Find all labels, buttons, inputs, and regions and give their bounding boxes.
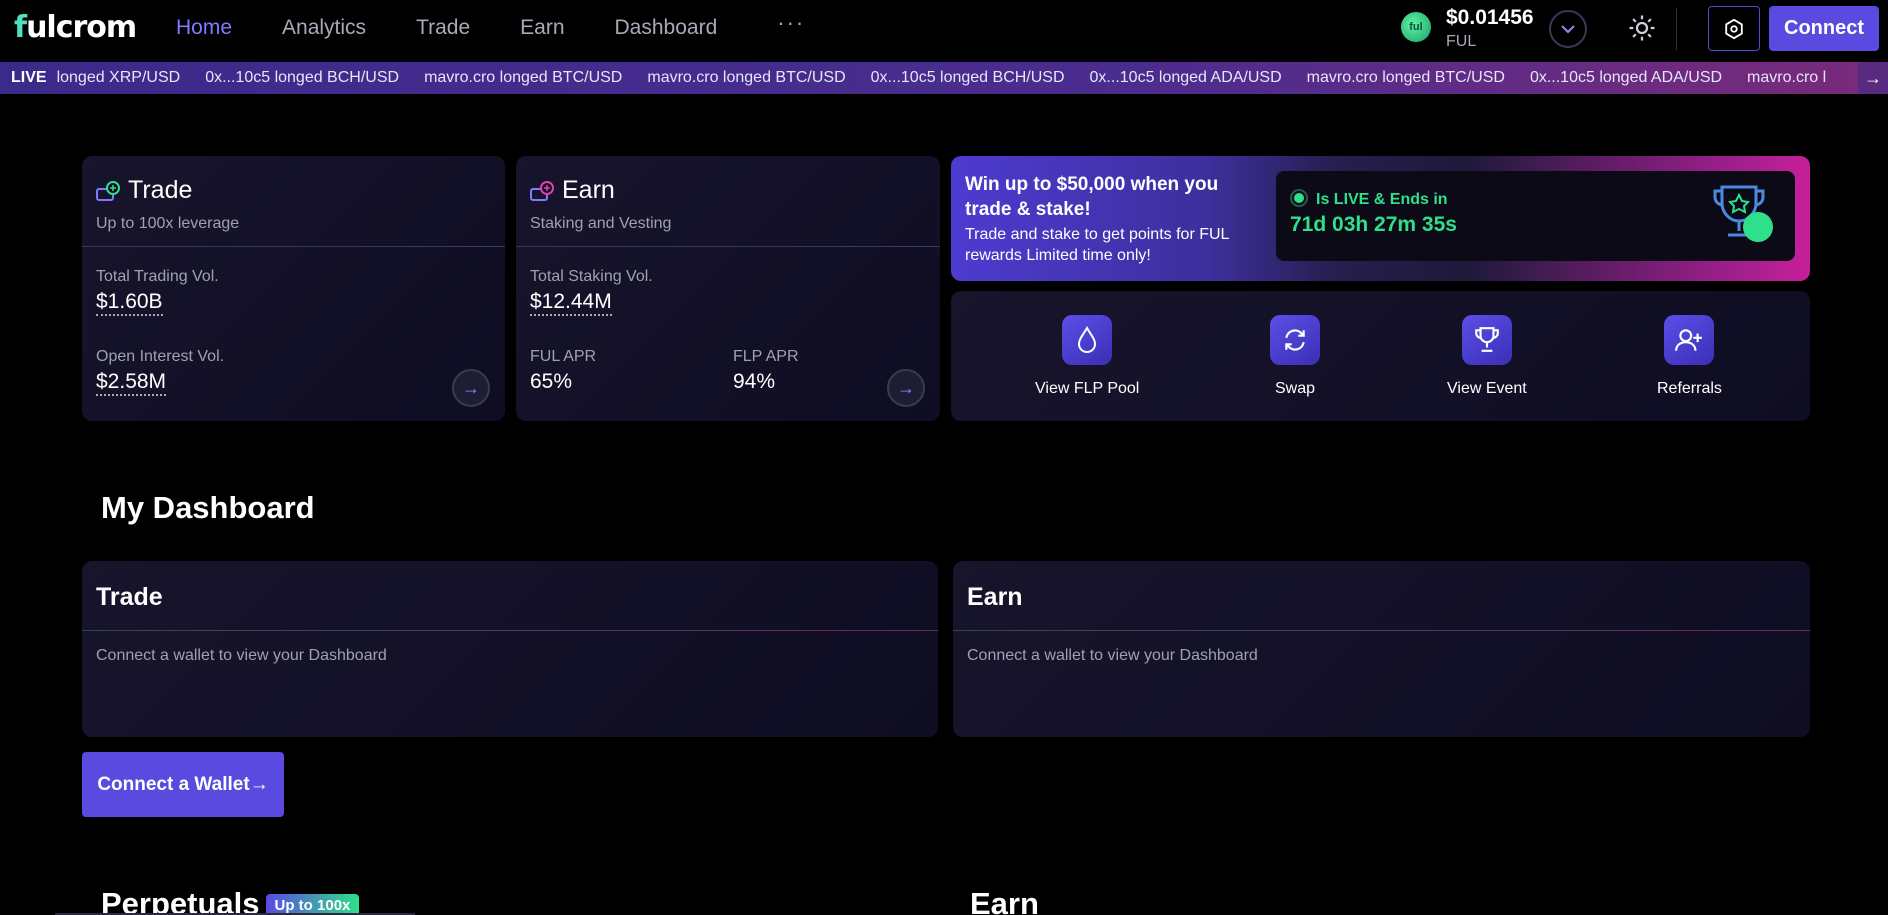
view-event-button[interactable]: View Event bbox=[1447, 315, 1527, 398]
ticker-live-label: LIVE bbox=[11, 69, 47, 86]
dashboard-earn-card: Earn Connect a wallet to view your Dashb… bbox=[953, 561, 1810, 737]
trade-icon bbox=[96, 180, 120, 201]
live-dot-icon bbox=[1290, 189, 1308, 207]
ticker-item: 0x...10c5 longed ADA/USD bbox=[1089, 69, 1282, 86]
flp-apr-label: FLP APR bbox=[733, 348, 799, 365]
top-header: fulcrom Home Analytics Trade Earn Dashbo… bbox=[0, 0, 1888, 62]
ticker-item: mavro.cro longed BTC/USD bbox=[1306, 69, 1505, 86]
swap-button[interactable]: Swap bbox=[1270, 315, 1320, 398]
gear-icon[interactable] bbox=[1627, 13, 1657, 43]
connect-wallet-button[interactable]: Connect a Wallet → bbox=[82, 752, 284, 817]
token-price: $0.01456 bbox=[1446, 6, 1534, 29]
total-staking-label: Total Staking Vol. bbox=[530, 268, 653, 285]
live-ticker: LIVE longed XRP/USD 0x...10c5 longed BCH… bbox=[0, 62, 1888, 94]
earn-card-subtitle: Staking and Vesting bbox=[530, 215, 672, 232]
more-icon[interactable]: ··· bbox=[777, 10, 805, 36]
perpetuals-title-text: Perpetuals bbox=[101, 886, 260, 915]
ticker-item: mavro.cro l bbox=[1747, 69, 1827, 86]
total-staking-value[interactable]: $12.44M bbox=[530, 290, 612, 316]
view-event-label: View Event bbox=[1447, 380, 1527, 397]
ful-apr-label: FUL APR bbox=[530, 348, 597, 365]
referrals-button[interactable]: Referrals bbox=[1657, 315, 1722, 398]
trophy-icon bbox=[1712, 183, 1776, 245]
ticker-item: longed XRP/USD bbox=[56, 69, 181, 86]
trade-card-subtitle: Up to 100x leverage bbox=[96, 215, 240, 232]
card-divider bbox=[82, 630, 938, 631]
chevron-down-icon[interactable] bbox=[1549, 10, 1587, 48]
dashboard-earn-message: Connect a wallet to view your Dashboard bbox=[967, 647, 1258, 664]
nav-dashboard[interactable]: Dashboard bbox=[615, 16, 718, 40]
quick-actions: View FLP Pool Swap View Event Referrals bbox=[951, 291, 1810, 421]
promo-title: Win up to $50,000 when you trade & stake… bbox=[965, 174, 1219, 220]
ful-apr-value: 65% bbox=[530, 370, 573, 393]
settings-button[interactable] bbox=[1708, 6, 1760, 51]
ticker-item: mavro.cro longed BTC/USD bbox=[424, 69, 623, 86]
ticker-item: mavro.cro longed BTC/USD bbox=[647, 69, 846, 86]
trophy-icon bbox=[1461, 315, 1512, 365]
dashboard-title: My Dashboard bbox=[101, 490, 315, 525]
main-nav: Home Analytics Trade Earn Dashboard ··· bbox=[176, 0, 805, 56]
add-user-icon bbox=[1664, 315, 1715, 365]
earn-card-title-text: Earn bbox=[562, 176, 615, 204]
ticker-item: 0x...10c5 longed BCH/USD bbox=[205, 69, 400, 86]
hexagon-settings-icon bbox=[1725, 18, 1743, 39]
earn-card-title: Earn bbox=[530, 176, 615, 205]
earn-summary-card: Earn Staking and Vesting Total Staking V… bbox=[516, 156, 940, 421]
drop-icon bbox=[1062, 315, 1113, 365]
ticker-arrow-icon[interactable]: → bbox=[1858, 62, 1888, 94]
dashboard-trade-message: Connect a wallet to view your Dashboard bbox=[96, 647, 387, 664]
ticker-item: 0x...10c5 longed ADA/USD bbox=[1529, 69, 1723, 86]
promo-text: Trade and stake to get points for FUL re… bbox=[965, 226, 1229, 264]
connect-wallet-label: Connect a Wallet bbox=[97, 773, 250, 795]
countdown-timer: 71d 03h 27m 35s bbox=[1290, 213, 1457, 236]
arrow-right-icon[interactable]: → bbox=[452, 369, 490, 407]
total-trading-value[interactable]: $1.60B bbox=[96, 290, 163, 316]
header-divider bbox=[1676, 8, 1677, 50]
referrals-label: Referrals bbox=[1657, 380, 1722, 397]
ful-token-icon: ful bbox=[1401, 12, 1431, 42]
earn-section-title: Earn bbox=[970, 886, 1039, 915]
card-divider bbox=[953, 630, 1810, 631]
open-interest-value[interactable]: $2.58M bbox=[96, 370, 167, 396]
trade-card-title: Trade bbox=[96, 176, 192, 205]
flp-apr-value: 94% bbox=[733, 370, 776, 393]
dashboard-earn-title: Earn bbox=[967, 583, 1023, 611]
swap-icon bbox=[1270, 315, 1320, 365]
card-divider bbox=[516, 246, 940, 247]
open-interest-label: Open Interest Vol. bbox=[96, 348, 225, 365]
nav-earn[interactable]: Earn bbox=[520, 16, 564, 40]
dashboard-trade-title: Trade bbox=[96, 583, 163, 611]
ticker-items: longed XRP/USD 0x...10c5 longed BCH/USD … bbox=[57, 69, 1827, 87]
token-symbol: FUL bbox=[1446, 33, 1477, 50]
connect-button[interactable]: Connect bbox=[1769, 6, 1879, 51]
fulcrom-logo[interactable]: fulcrom bbox=[14, 10, 137, 45]
card-divider bbox=[82, 246, 505, 247]
nav-home[interactable]: Home bbox=[176, 16, 232, 40]
live-label: Is LIVE & Ends in bbox=[1316, 191, 1448, 208]
leverage-badge: Up to 100x bbox=[265, 894, 360, 915]
nav-analytics[interactable]: Analytics bbox=[282, 16, 366, 40]
arrow-right-icon: → bbox=[249, 773, 269, 795]
earn-icon bbox=[530, 180, 554, 201]
dashboard-trade-card: Trade Connect a wallet to view your Dash… bbox=[82, 561, 938, 737]
promo-countdown-box: Is LIVE & Ends in 71d 03h 27m 35s bbox=[1276, 171, 1795, 261]
total-trading-label: Total Trading Vol. bbox=[96, 268, 219, 285]
arrow-right-icon[interactable]: → bbox=[887, 369, 925, 407]
ticker-item: 0x...10c5 longed BCH/USD bbox=[870, 69, 1065, 86]
trade-card-title-text: Trade bbox=[128, 176, 193, 204]
perpetuals-title: Perpetuals Up to 100x bbox=[101, 886, 360, 915]
nav-trade[interactable]: Trade bbox=[416, 16, 470, 40]
promo-banner[interactable]: Win up to $50,000 when you trade & stake… bbox=[951, 156, 1810, 281]
view-flp-pool-label: View FLP Pool bbox=[1035, 380, 1140, 397]
trade-summary-card: Trade Up to 100x leverage Total Trading … bbox=[82, 156, 505, 421]
swap-label: Swap bbox=[1274, 380, 1316, 397]
view-flp-pool-button[interactable]: View FLP Pool bbox=[1035, 315, 1139, 398]
